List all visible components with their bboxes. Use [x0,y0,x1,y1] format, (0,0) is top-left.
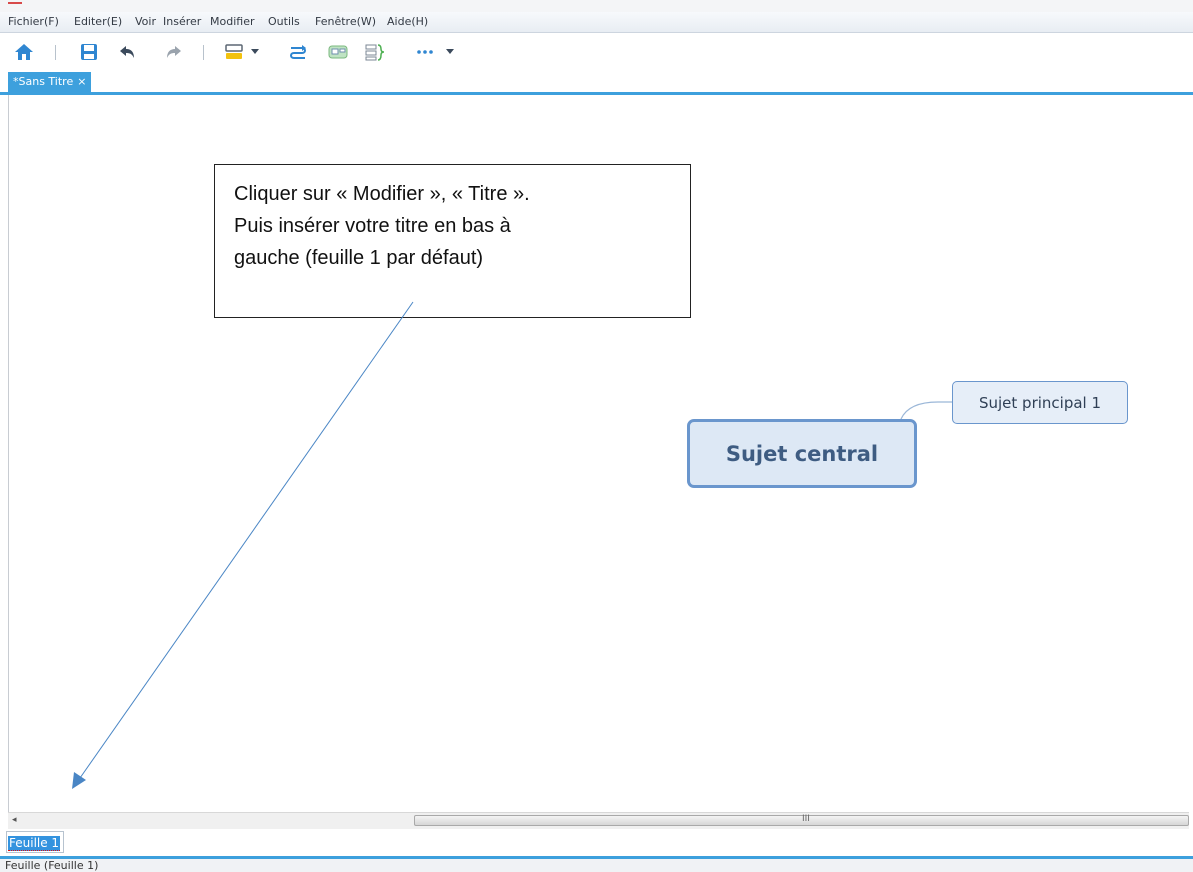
toolbar [0,33,1193,71]
document-tab-strip: *Sans Titre × [0,72,1193,95]
toolbar-separator [55,45,56,60]
close-icon[interactable]: × [77,75,86,88]
menu-fenetre[interactable]: Fenêtre(W) [315,15,376,28]
sheet-tab-label[interactable]: Feuille 1 [8,836,61,851]
save-icon[interactable] [78,41,100,63]
tab-label: *Sans Titre [13,75,74,88]
summary-icon[interactable] [364,41,386,63]
status-text: Feuille (Feuille 1) [5,859,99,872]
menu-outils[interactable]: Outils [268,15,300,28]
more-icon[interactable] [414,41,436,63]
horizontal-scrollbar[interactable]: ◂ III [8,812,1189,829]
home-icon[interactable] [13,41,35,63]
boundary-icon[interactable] [327,41,349,63]
sheet-bar: Feuille 1 [0,829,1193,859]
scroll-grip: III [802,814,810,824]
scroll-left-icon[interactable]: ◂ [12,815,17,825]
topic-style-icon[interactable] [223,41,245,63]
central-topic[interactable]: Sujet central [687,419,917,488]
menu-voir[interactable]: Voir [135,15,156,28]
menu-modifier[interactable]: Modifier [210,15,254,28]
dropdown-icon[interactable] [444,41,456,63]
app-mark [8,2,22,4]
title-bar [0,0,1193,12]
tab-sans-titre[interactable]: *Sans Titre × [8,72,92,92]
sheet-tab-feuille-1[interactable]: Feuille 1 [6,831,64,853]
redo-icon[interactable] [162,41,184,63]
callout-line: Puis insérer votre titre en bas à [234,215,511,237]
menu-fichier[interactable]: Fichier(F) [8,15,59,28]
instruction-callout: Cliquer sur « Modifier », « Titre ». Pui… [214,164,691,318]
menu-aide[interactable]: Aide(H) [387,15,428,28]
status-bar: Feuille (Feuille 1) [0,859,1193,872]
relationship-icon[interactable] [287,41,309,63]
main-topic[interactable]: Sujet principal 1 [952,381,1128,424]
toolbar-separator [203,45,204,60]
undo-icon[interactable] [117,41,139,63]
menu-inserer[interactable]: Insérer [163,15,201,28]
callout-line: Cliquer sur « Modifier », « Titre ». [234,183,530,205]
dropdown-icon[interactable] [249,41,261,63]
callout-line: gauche (feuille 1 par défaut) [234,247,484,269]
menu-bar: Fichier(F) Editer(E) Voir Insérer Modifi… [0,12,1193,33]
scroll-thumb[interactable]: III [414,814,1189,826]
menu-editer[interactable]: Editer(E) [74,15,122,28]
